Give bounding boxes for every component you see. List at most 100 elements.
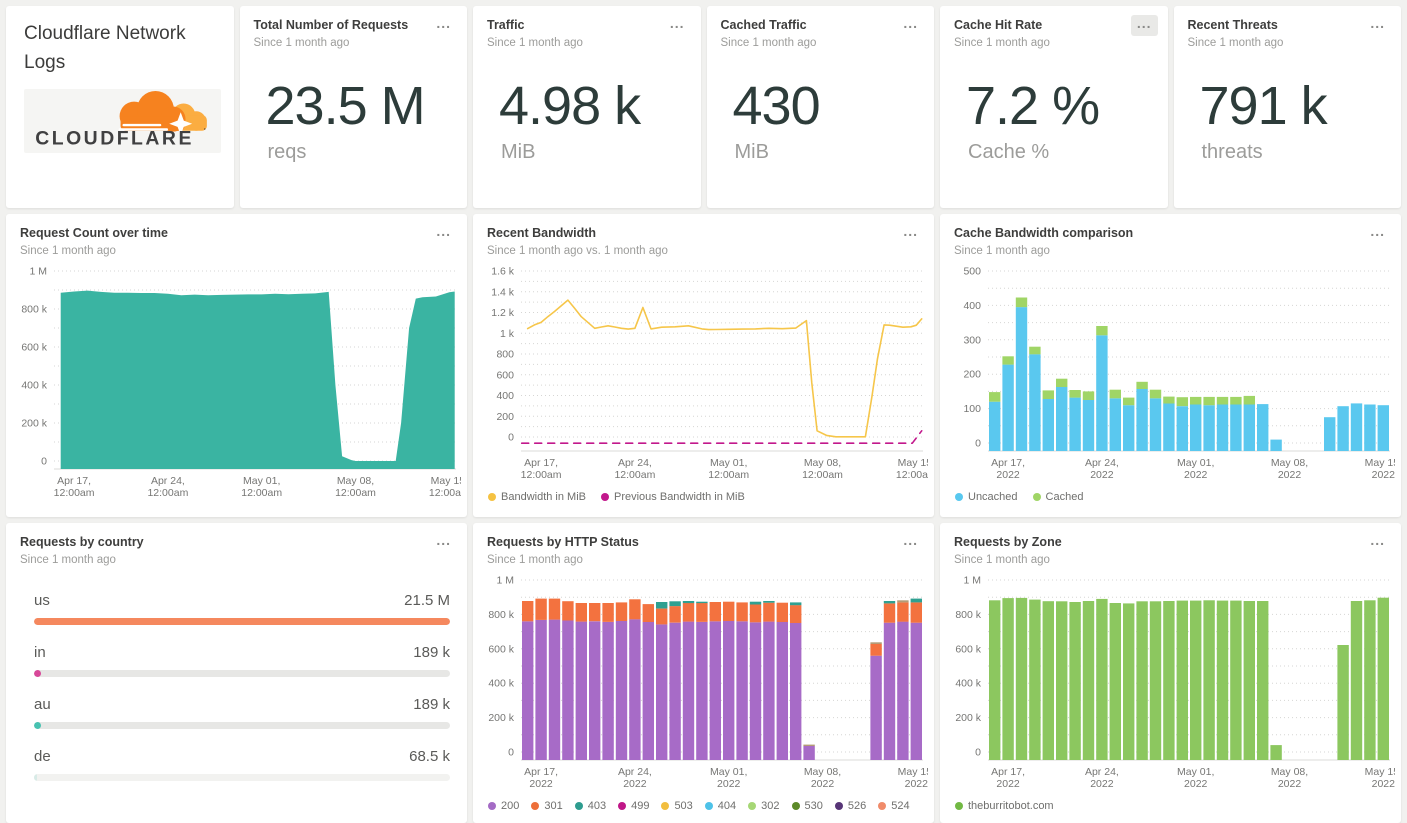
legend-dot <box>955 801 963 810</box>
panel-menu-button[interactable]: ... <box>664 15 691 36</box>
country-label: in <box>34 643 46 661</box>
svg-text:400: 400 <box>963 300 981 312</box>
panel-subtitle: Since 1 month ago <box>720 36 817 49</box>
chart-row-1: Request Count over time Since 1 month ag… <box>0 214 1407 517</box>
svg-text:800 k: 800 k <box>488 609 514 621</box>
legend-item[interactable]: 499 <box>618 800 649 812</box>
panel-subtitle: Since 1 month ago vs. 1 month ago <box>487 244 668 257</box>
legend-item[interactable]: 503 <box>661 799 693 812</box>
svg-text:800: 800 <box>496 348 514 360</box>
svg-text:May 08,: May 08, <box>337 475 374 487</box>
cache-bandwidth-bar-chart[interactable]: 5004003002001000Apr 17,2022Apr 24,2022Ma… <box>946 263 1395 487</box>
country-label: au <box>34 695 51 713</box>
svg-text:Apr 17,: Apr 17, <box>991 766 1025 778</box>
country-bar-fill <box>34 773 37 781</box>
legend-item[interactable]: 200 <box>488 800 519 812</box>
stat-card-total-requests: Total Number of Requests Since 1 month a… <box>239 6 467 208</box>
svg-text:Apr 17,: Apr 17, <box>524 766 558 778</box>
stat-card-recent-threats: Recent Threats Since 1 month ago ... 791… <box>1173 6 1401 208</box>
request-count-area-chart[interactable]: 1 M800 k600 k400 k200 k0Apr 17,12:00amAp… <box>12 263 461 505</box>
svg-text:200: 200 <box>496 410 514 422</box>
http-status-bar-chart[interactable]: 1 M800 k600 k400 k200 k0Apr 17,2022Apr 2… <box>479 572 928 796</box>
legend-item[interactable]: 403 <box>574 799 607 812</box>
legend-dot <box>1032 492 1041 501</box>
chart-legend: Bandwidth in MiB Previous Bandwidth in Mi… <box>473 487 934 503</box>
svg-text:May 01,: May 01, <box>1177 457 1214 469</box>
country-row-au: au 189 k <box>34 696 450 729</box>
legend-item[interactable]: Uncached <box>955 491 1018 503</box>
legend-dot <box>791 801 800 810</box>
svg-text:Apr 17,: Apr 17, <box>991 457 1025 469</box>
legend-item[interactable]: theburritobot.com <box>955 800 1054 812</box>
legend-item[interactable]: Previous Bandwidth in MiB <box>601 491 745 503</box>
panel-menu-button[interactable]: ... <box>1364 223 1391 244</box>
country-value: 189 k <box>413 695 450 713</box>
panel-requests-by-country: Requests by country Since 1 month ago ..… <box>6 523 467 823</box>
legend-dot <box>955 492 963 501</box>
svg-text:400 k: 400 k <box>488 677 514 689</box>
chart-row-2: Requests by country Since 1 month ago ..… <box>0 523 1407 823</box>
panel-request-count: Request Count over time Since 1 month ag… <box>6 214 467 517</box>
legend-label: 403 <box>587 799 607 812</box>
panel-menu-button[interactable]: ... <box>430 223 457 244</box>
panel-menu-button[interactable]: ... <box>897 15 924 36</box>
stat-unit: Cache % <box>968 140 1050 163</box>
panel-subtitle: Since 1 month ago <box>20 244 116 257</box>
panel-menu-button[interactable]: ... <box>1364 532 1391 553</box>
country-bar-track <box>34 721 450 729</box>
panel-menu-button[interactable]: ... <box>1364 15 1391 36</box>
stat-value: 430 <box>732 75 821 136</box>
stat-unit: reqs <box>267 140 307 163</box>
legend-label: theburritobot.com <box>968 799 1054 812</box>
country-label: de <box>34 747 51 765</box>
legend-label: 499 <box>631 799 650 812</box>
panel-menu-button[interactable]: ... <box>430 532 457 553</box>
legend-label: 302 <box>761 799 780 812</box>
panel-menu-button[interactable]: ... <box>897 223 924 244</box>
country-bar-fill <box>34 721 41 729</box>
panel-requests-by-http-status: Requests by HTTP Status Since 1 month ag… <box>473 523 934 823</box>
legend-label: 524 <box>891 799 910 812</box>
legend-item[interactable]: 301 <box>531 800 563 812</box>
legend-item[interactable]: 302 <box>748 799 780 812</box>
svg-text:2022: 2022 <box>1372 778 1395 790</box>
chart-legend: 200 301 403 499 503 404 302 530 526 524 <box>473 796 934 812</box>
svg-text:May 15,: May 15, <box>1365 766 1395 778</box>
country-value: 21.5 M <box>404 591 450 609</box>
legend-item[interactable]: Bandwidth in MiB <box>488 491 586 503</box>
legend-item[interactable]: 530 <box>791 800 823 812</box>
svg-text:0: 0 <box>508 431 514 443</box>
panel-title: Total Number of Requests <box>253 18 409 32</box>
svg-text:600 k: 600 k <box>955 643 981 655</box>
legend-item[interactable]: 524 <box>878 799 910 812</box>
legend-item[interactable]: Cached <box>1032 491 1083 503</box>
country-bar-track <box>34 669 450 677</box>
legend-dot <box>834 801 843 810</box>
panel-menu-button[interactable]: ... <box>1130 15 1158 36</box>
panel-requests-by-zone: Requests by Zone Since 1 month ago ... 1… <box>940 523 1401 823</box>
svg-text:12:00am: 12:00am <box>241 487 282 499</box>
svg-text:12:00am: 12:00am <box>708 469 749 481</box>
cloudflare-logo-image: CLOUDFLARE ' <box>35 90 207 149</box>
panel-menu-button[interactable]: ... <box>897 532 924 553</box>
legend-item[interactable]: 404 <box>704 800 736 812</box>
country-bar-track <box>34 773 450 781</box>
svg-text:May 08,: May 08, <box>1271 457 1308 469</box>
svg-text:2022: 2022 <box>996 469 1020 481</box>
zone-bar-chart[interactable]: 1 M800 k600 k400 k200 k0Apr 17,2022Apr 2… <box>946 572 1395 796</box>
legend-item[interactable]: 526 <box>834 799 867 812</box>
brand-card: Cloudflare Network Logs CLOUDFLARE ' <box>6 6 234 208</box>
legend-label: 503 <box>674 799 693 812</box>
legend-dot <box>618 801 627 810</box>
panel-menu-button[interactable]: ... <box>430 15 457 36</box>
panel-title: Requests by Zone <box>954 535 1062 549</box>
svg-text:12:00am: 12:00am <box>54 487 95 499</box>
stat-value: 23.5 M <box>265 75 426 136</box>
stat-unit: MiB <box>734 140 769 163</box>
svg-text:400: 400 <box>496 390 514 402</box>
svg-text:600: 600 <box>496 369 514 381</box>
bandwidth-line-chart[interactable]: 1.6 k1.4 k1.2 k1 k8006004002000Apr 17,12… <box>479 263 928 487</box>
svg-text:2022: 2022 <box>623 778 647 790</box>
legend-label: 526 <box>847 799 867 812</box>
svg-text:0: 0 <box>41 455 47 467</box>
